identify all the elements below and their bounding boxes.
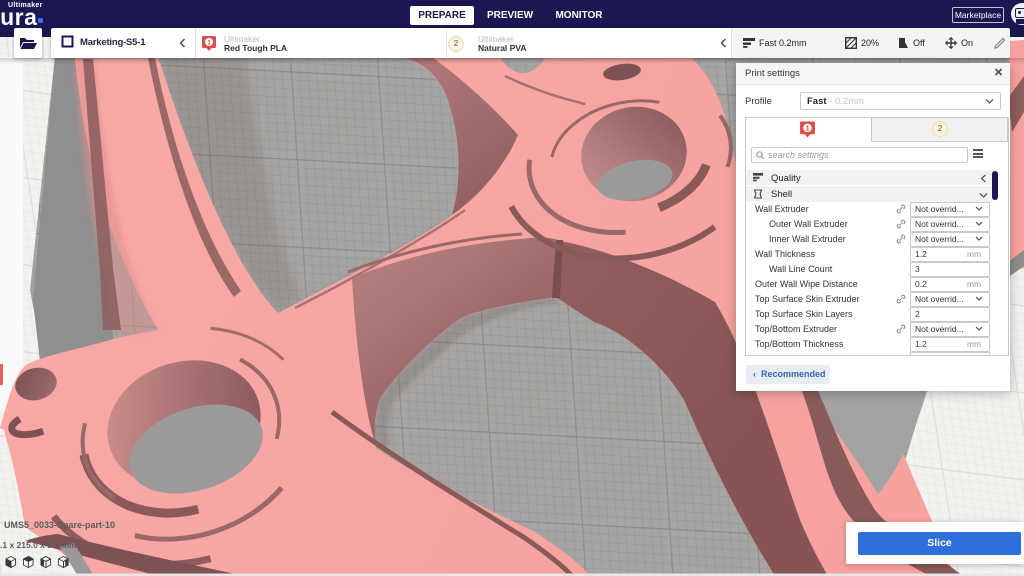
svg-text:1: 1	[806, 126, 810, 133]
svg-text:1: 1	[207, 40, 211, 47]
